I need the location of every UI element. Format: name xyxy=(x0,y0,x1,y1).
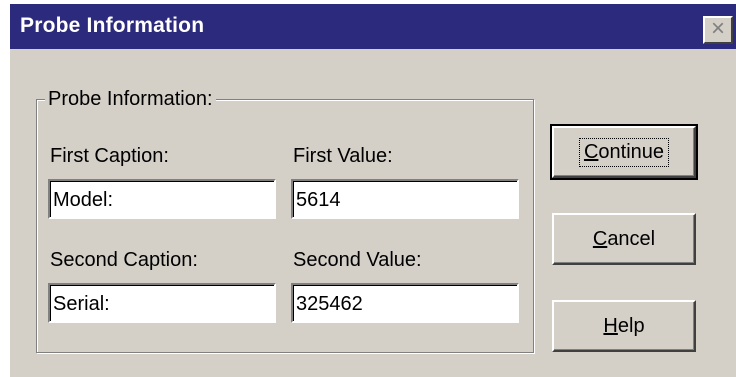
second-value-label: Second Value: xyxy=(293,249,422,271)
cancel-button[interactable]: Cancel xyxy=(552,213,696,265)
continue-label: Continue xyxy=(578,137,670,167)
second-caption-label: Second Caption: xyxy=(50,249,198,271)
first-value-input[interactable]: 5614 xyxy=(291,179,519,219)
help-button[interactable]: Help xyxy=(552,300,696,352)
close-icon[interactable]: × xyxy=(703,16,733,44)
second-caption-input[interactable]: Serial: xyxy=(48,283,276,323)
probe-information-dialog: Probe Information × Probe Information: F… xyxy=(8,2,736,377)
help-label: Help xyxy=(603,314,645,337)
first-caption-input[interactable]: Model: xyxy=(48,179,276,219)
cancel-label: Cancel xyxy=(592,227,656,250)
first-value-label: First Value: xyxy=(293,145,393,167)
title-bar[interactable]: Probe Information × xyxy=(10,4,736,49)
window-title: Probe Information xyxy=(20,14,205,37)
group-title: Probe Information: xyxy=(45,88,216,111)
first-caption-label: First Caption: xyxy=(50,145,169,167)
continue-button[interactable]: Continue xyxy=(550,124,698,180)
second-value-input[interactable]: 325462 xyxy=(291,283,519,323)
